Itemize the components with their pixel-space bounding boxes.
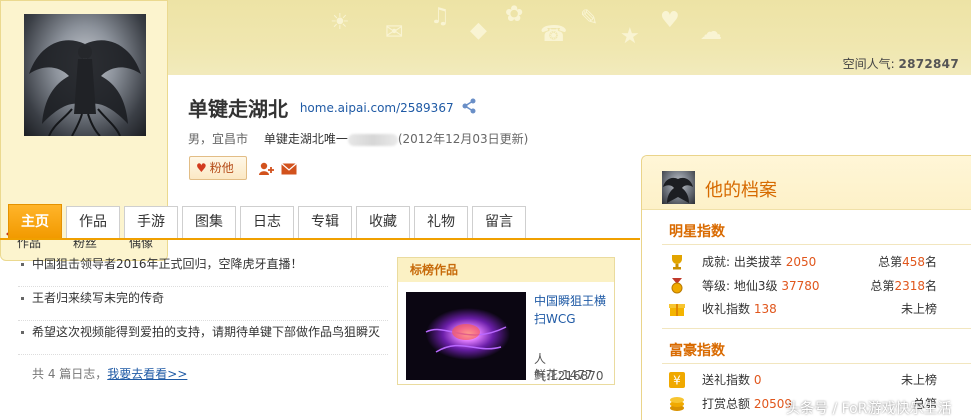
work-title-link[interactable]: 中国瞬狙王横扫WCG	[534, 292, 612, 328]
gift-received-value: 138	[753, 302, 777, 316]
tab-favorites[interactable]: 收藏	[356, 206, 410, 238]
profile-tabs: 主页 作品 手游 图集 日志 专辑 收藏 礼物 留言	[0, 202, 640, 240]
rank-value: 458	[902, 255, 925, 269]
wealth-index-title: 富豪指数	[669, 343, 725, 359]
tab-mobile-games[interactable]: 手游	[124, 206, 178, 238]
decor-icon: ✎	[580, 6, 599, 31]
username: 单键走湖北	[188, 97, 288, 121]
rank-prefix: 总第	[878, 255, 903, 269]
level-label: 等级: 地仙3级 37780	[702, 276, 820, 296]
level-rank: 总第2318名	[870, 276, 937, 296]
gift-icon	[669, 301, 685, 317]
archive-title: 他的档案	[705, 180, 777, 201]
decor-icon: ☀	[330, 10, 350, 35]
heart-icon: ♥	[196, 161, 207, 175]
decor-icon: ♫	[430, 4, 450, 29]
fan-button[interactable]: ♥ 粉他	[189, 156, 247, 180]
message-icon[interactable]	[281, 163, 297, 178]
gift-received-label: 收礼指数 138	[702, 299, 777, 319]
feed-count-text: 共 4 篇日志，	[32, 367, 108, 381]
rank-suffix: 名	[924, 255, 937, 269]
decor-icon: ★	[620, 24, 640, 49]
achievement-key: 成就:	[702, 255, 731, 269]
tab-works[interactable]: 作品	[66, 206, 120, 238]
tab-gifts[interactable]: 礼物	[414, 206, 468, 238]
decor-icon: ✿	[505, 2, 524, 27]
watermark: 头条号 / FoR游戏快乐生活	[786, 401, 952, 417]
fan-button-label: 粉他	[209, 161, 234, 175]
featured-works-box: 标榜作品 中国瞬狙王横扫WCG 人气:1216870 鲜花:1477	[397, 257, 615, 385]
level-row: 等级: 地仙3级 37780 总第2318名	[669, 276, 969, 296]
view-more-link[interactable]: 我要去看看>>	[107, 367, 187, 381]
featured-works-heading: 标榜作品	[398, 258, 614, 282]
achievement-label: 成就: 出类拔萃 2050	[702, 252, 816, 272]
star-index-title: 明星指数	[669, 224, 725, 240]
decor-icon: ✉	[385, 20, 404, 45]
archive-header: 他的档案	[642, 156, 971, 210]
work-flowers: 鲜花:1477	[534, 368, 593, 382]
list-item[interactable]: 中国狙击领导者2016年正式回归，空降虎牙直播！	[18, 253, 388, 287]
trophy-icon	[669, 254, 685, 270]
svg-text:¥: ¥	[673, 374, 681, 388]
feed-footer: 共 4 篇日志，我要去看看>>	[18, 365, 388, 382]
avatar[interactable]	[24, 14, 146, 136]
popularity-value: 2872847	[898, 57, 959, 71]
rank-prefix: 总第	[870, 279, 895, 293]
medal-icon	[669, 278, 685, 294]
list-item[interactable]: 希望这次视频能得到爱拍的支持，请期待单键下部做作品鸟狙瞬灭	[18, 321, 388, 355]
tab-blog[interactable]: 日志	[240, 206, 294, 238]
decor-icon: ☁	[700, 20, 722, 45]
gift-sent-key: 送礼指数	[702, 373, 751, 387]
gift-sent-label: 送礼指数 0	[702, 370, 761, 390]
gift-sent-value: 0	[753, 373, 762, 387]
list-item[interactable]: 王者归来续写未完的传奇	[18, 287, 388, 321]
tab-albums[interactable]: 图集	[182, 206, 236, 238]
gender-city: 男，宜昌市	[188, 132, 249, 146]
blog-feed: 中国狙击领导者2016年正式回归，空降虎牙直播！ 王者归来续写未完的传奇 希望这…	[18, 253, 388, 382]
share-icon[interactable]	[461, 98, 477, 117]
level-key: 等级:	[702, 279, 731, 293]
archive-panel: 他的档案 明星指数 成就: 出类拔萃 2050 总第458名 等级: 地仙3级 …	[641, 155, 971, 420]
tip-total-key: 打赏总额	[702, 397, 751, 411]
rank-value: 2318	[894, 279, 925, 293]
blurred-text	[347, 133, 398, 146]
decor-icon: ☎	[540, 22, 568, 47]
tab-collections[interactable]: 专辑	[298, 206, 352, 238]
decor-icon: ♥	[660, 8, 680, 33]
profile-subline: 男，宜昌市 单键走湖北唯一 (2012年12月03日更新)	[188, 130, 528, 147]
achievement-text: 出类拔萃	[733, 255, 782, 269]
glow-thumbnail-image	[406, 292, 526, 380]
achievement-rank: 总第458名	[878, 252, 937, 272]
level-value: 37780	[781, 279, 820, 293]
yen-icon: ¥	[669, 372, 685, 388]
divider	[662, 363, 971, 364]
angel-avatar-image	[29, 40, 141, 136]
gift-sent-rank: 未上榜	[900, 373, 937, 387]
gift-received-rank: 未上榜	[900, 302, 937, 316]
main-panel: 111 作品 12482 粉丝 0 偶像 单键走湖北 home.aipai.co…	[0, 0, 971, 420]
decor-icon: ◆	[470, 18, 487, 43]
tab-messages[interactable]: 留言	[472, 206, 526, 238]
archive-avatar[interactable]	[662, 171, 695, 204]
achievement-value: 2050	[785, 255, 817, 269]
rank-suffix: 名	[924, 279, 937, 293]
update-date: (2012年12月03日更新)	[397, 132, 529, 146]
divider	[662, 328, 971, 329]
level-text: 地仙3级	[733, 279, 778, 293]
space-popularity: 空间人气: 2872847	[843, 55, 959, 72]
coins-icon	[669, 396, 685, 412]
divider	[662, 244, 971, 245]
home-url-link[interactable]: home.aipai.com/2589367	[300, 101, 454, 115]
gift-received-key: 收礼指数	[702, 302, 751, 316]
tab-home[interactable]: 主页	[8, 204, 62, 238]
add-friend-icon[interactable]	[258, 161, 274, 180]
gift-received-row: 收礼指数 138 未上榜	[669, 299, 969, 319]
popularity-label: 空间人气:	[842, 57, 895, 71]
work-thumbnail[interactable]	[406, 292, 526, 380]
tip-total-label: 打赏总额 20509	[702, 394, 792, 414]
achievement-row: 成就: 出类拔萃 2050 总第458名	[669, 252, 969, 272]
profile-header: 单键走湖北 home.aipai.com/2589367	[188, 93, 477, 122]
signature: 单键走湖北唯一	[263, 132, 348, 146]
gift-sent-row: ¥ 送礼指数 0 未上榜	[669, 370, 969, 390]
